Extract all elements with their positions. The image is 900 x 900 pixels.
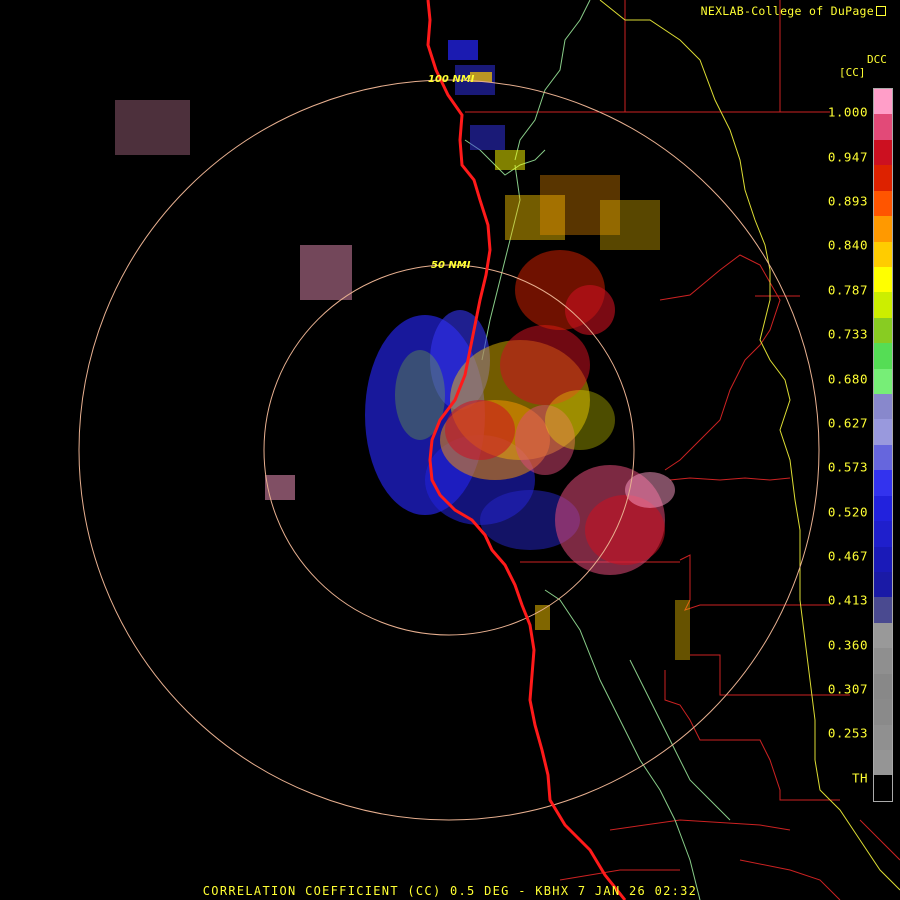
colorbar-swatch	[874, 622, 892, 649]
colorbar-swatch	[874, 292, 892, 318]
colorbar-tick: 0.360	[827, 637, 868, 653]
colorbar-swatch	[874, 165, 892, 191]
colorbar-swatch	[874, 775, 892, 801]
colorbar-swatch	[874, 597, 892, 623]
radar-map: 50 NMI 100 NMI	[78, 0, 900, 900]
colorbar-swatch	[874, 673, 892, 700]
logo-icon	[876, 6, 886, 16]
colorbar-swatch	[874, 546, 892, 573]
colorbar-tick: 0.573	[827, 459, 868, 475]
colorbar-tick: 0.947	[827, 149, 868, 165]
colorbar-tick: 0.413	[827, 592, 868, 608]
colorbar-swatch	[874, 216, 892, 242]
colorbar-swatch	[874, 724, 892, 750]
colorbar-tick: 0.733	[827, 326, 868, 342]
colorbar-swatch	[874, 114, 892, 140]
colorbar-tick: 0.840	[827, 237, 868, 253]
returns-offshore	[115, 100, 352, 500]
colorbar-swatch	[874, 699, 892, 725]
colorbar-swatch	[874, 572, 892, 598]
colorbar-swatch	[874, 368, 892, 395]
colorbar-tick: 0.467	[827, 548, 868, 564]
range-label-50: 50 NMI	[431, 260, 471, 271]
colorbar-swatch	[874, 139, 892, 166]
colorbar-swatch	[874, 241, 892, 267]
radar-display: 50 NMI 100 NMI NEXLAB-College of DuPage …	[0, 0, 900, 900]
colorbar-ticks: 1.000 0.947 0.893 0.840 0.787 0.733 0.68…	[788, 0, 868, 900]
colorbar-tick: 1.000	[827, 104, 868, 120]
product-code: DCC	[867, 53, 887, 66]
colorbar-swatch	[874, 495, 892, 522]
colorbar-tick: 0.627	[827, 415, 868, 431]
product-footer: CORRELATION COEFFICIENT (CC) 0.5 DEG - K…	[202, 884, 698, 898]
colorbar	[873, 88, 893, 802]
colorbar-swatch	[874, 317, 892, 344]
colorbar-swatch	[874, 343, 892, 369]
range-label-100: 100 NMI	[428, 74, 475, 85]
colorbar-tick: 0.787	[827, 282, 868, 298]
colorbar-swatch	[874, 266, 892, 293]
returns-north-coast	[448, 40, 660, 250]
colorbar-tick: 0.307	[827, 681, 868, 697]
colorbar-swatch	[874, 190, 892, 217]
radar-returns	[115, 40, 690, 660]
colorbar-swatch	[874, 470, 892, 496]
colorbar-tick: 0.893	[827, 193, 868, 209]
colorbar-tick: 0.680	[827, 371, 868, 387]
colorbar-swatch	[874, 521, 892, 547]
colorbar-swatch	[874, 444, 892, 471]
colorbar-swatch	[874, 749, 892, 776]
colorbar-tick: TH	[851, 770, 868, 786]
colorbar-swatch	[874, 394, 892, 420]
colorbar-swatch	[874, 648, 892, 674]
colorbar-swatch	[874, 89, 892, 115]
colorbar-tick: 0.520	[827, 504, 868, 520]
colorbar-tick: 0.253	[827, 725, 868, 741]
colorbar-swatch	[874, 419, 892, 445]
